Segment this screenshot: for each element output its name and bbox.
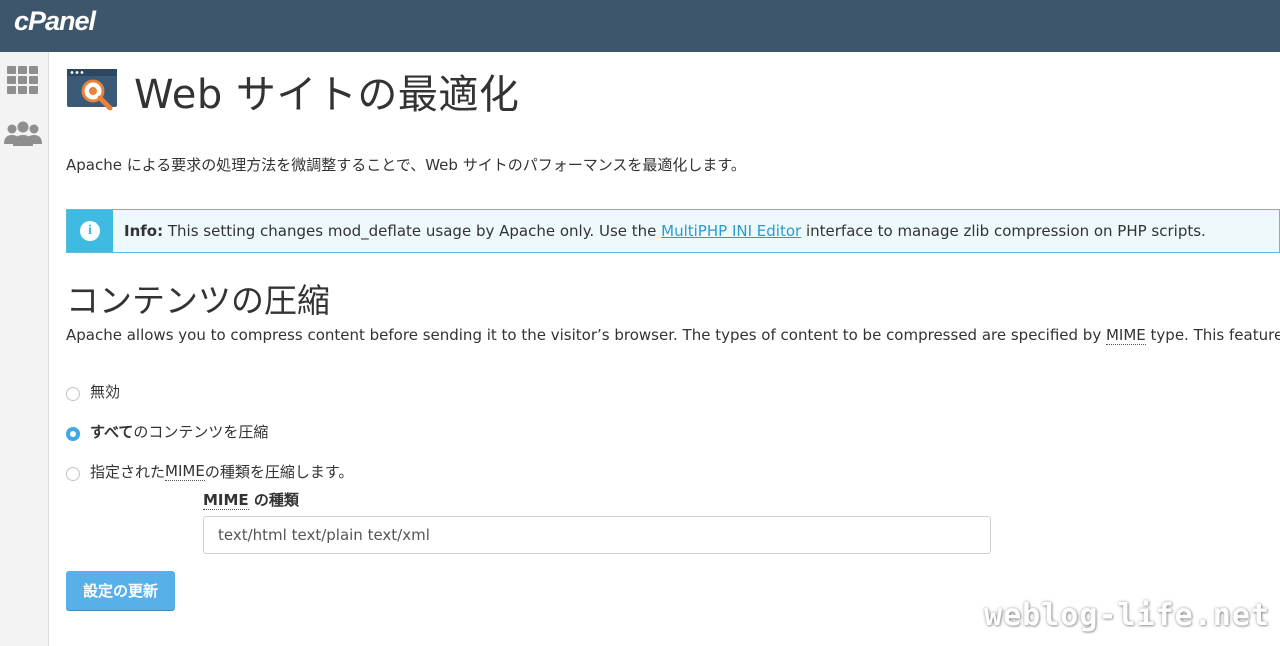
radio-compress-mime-abbr: MIME: [165, 462, 205, 481]
info-text-after: interface to manage zlib compression on …: [801, 222, 1206, 240]
page-title-text: Web サイトの最適化: [134, 72, 520, 118]
mime-types-label-text: の種類: [248, 491, 299, 509]
mime-types-label-abbr: MIME: [203, 491, 249, 510]
compression-desc-after: type. This feature req: [1150, 326, 1280, 344]
cpanel-logo[interactable]: cPanel: [14, 6, 96, 37]
mime-types-label: MIME の種類: [203, 489, 299, 510]
compression-description: Apache allows you to compress content be…: [66, 326, 1280, 345]
info-text-before: This setting changes mod_deflate usage b…: [163, 222, 662, 240]
radio-compress-mime[interactable]: [66, 466, 80, 481]
radio-disabled[interactable]: [66, 386, 80, 401]
page-description: Apache による要求の処理方法を微調整することで、Web サイトのパフォーマ…: [66, 156, 746, 174]
radio-option-disabled[interactable]: 無効: [66, 381, 120, 402]
radio-compress-all-label: のコンテンツを圧縮: [133, 423, 269, 441]
radio-disabled-label: 無効: [90, 383, 121, 401]
mime-types-input[interactable]: [203, 516, 991, 554]
main-content: Web サイトの最適化 Apache による要求の処理方法を微調整することで、W…: [66, 52, 1280, 646]
update-settings-button[interactable]: 設定の更新: [66, 571, 175, 610]
radio-compress-mime-label-before: 指定された: [90, 463, 166, 481]
compression-section-title: コンテンツの圧縮: [66, 281, 330, 320]
sidebar: [0, 52, 49, 646]
users-icon[interactable]: [3, 120, 43, 152]
info-alert-text: Info: This setting changes mod_deflate u…: [124, 222, 1206, 240]
watermark-text: weblog-life.net: [984, 598, 1270, 633]
website-optimize-icon: [66, 66, 120, 116]
info-label: Info:: [124, 222, 164, 240]
radio-compress-all[interactable]: [66, 426, 80, 441]
compression-desc-before: Apache allows you to compress content be…: [66, 326, 1106, 344]
page-title: Web サイトの最適化: [66, 66, 519, 118]
radio-option-compress-all[interactable]: すべて のコンテンツを圧縮: [66, 421, 268, 442]
grid-icon[interactable]: [6, 65, 40, 99]
radio-option-compress-mime[interactable]: 指定された MIME の種類を圧縮します。: [66, 461, 353, 482]
radio-compress-mime-label-after: の種類を圧縮します。: [204, 463, 354, 481]
multiphp-ini-editor-link[interactable]: MultiPHP INI Editor: [661, 222, 801, 240]
info-icon: i: [80, 221, 100, 241]
mime-abbr: MIME: [1105, 326, 1146, 345]
info-alert: i Info: This setting changes mod_deflate…: [66, 209, 1280, 253]
radio-compress-all-label-bold: すべて: [90, 423, 134, 441]
top-header: cPanel: [0, 0, 1280, 52]
info-alert-side: i: [67, 210, 113, 252]
